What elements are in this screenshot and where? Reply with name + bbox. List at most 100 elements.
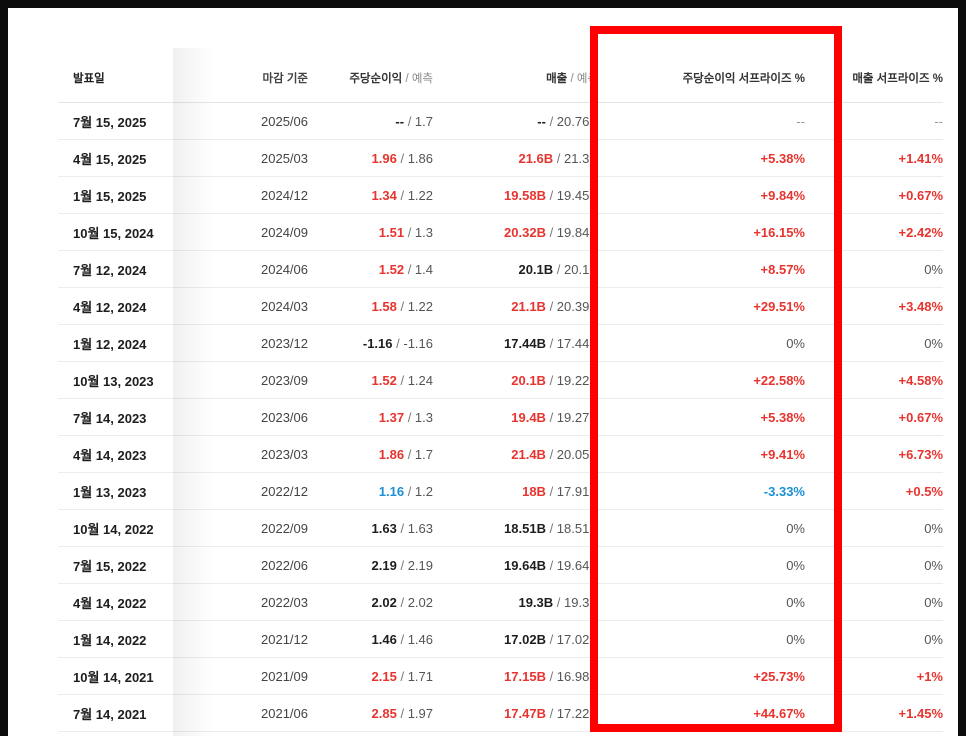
revenue-forecast: 19.27B xyxy=(556,409,598,425)
separator: / xyxy=(545,372,557,388)
separator: / xyxy=(553,594,565,610)
cell-eps: 1.37 / 1.3 xyxy=(308,398,433,436)
separator: / xyxy=(545,409,557,425)
separator: / xyxy=(545,705,557,721)
cell-eps: 1.16 / 1.2 xyxy=(308,472,433,510)
cell-eps: 2.15 / 1.71 xyxy=(308,657,433,695)
cell-date: 7월 14, 2023 xyxy=(58,398,223,436)
header-eps[interactable]: 주당순이익 / 예측 xyxy=(308,54,433,103)
eps-forecast: 1.71 xyxy=(407,668,433,684)
revenue-forecast: 19.3B xyxy=(564,594,598,610)
eps-actual: 2.02 xyxy=(371,594,397,610)
revenue-actual: 21.1B xyxy=(511,298,546,314)
cell-revenue: 20.1B / 20.1B xyxy=(433,250,598,288)
revenue-forecast: 18.51B xyxy=(556,520,598,536)
table-row: 10월 14, 2021 2021/09 2.15 / 1.71 17.15B / 1… xyxy=(58,657,943,695)
table-row: 10월 15, 2024 2024/09 1.51 / 1.3 20.32B / 19… xyxy=(58,213,943,251)
revenue-actual: 20.32B xyxy=(504,224,546,240)
cell-period: 2022/03 xyxy=(223,583,308,621)
revenue-forecast: 19.45B xyxy=(556,187,598,203)
header-revenue-surprise-label: 매출 서프라이즈 % xyxy=(852,73,943,85)
separator: / xyxy=(396,150,408,166)
cell-eps-surprise: +8.57% xyxy=(598,250,805,288)
cell-revenue: 17.02B / 17.02B xyxy=(433,620,598,658)
cell-eps: 1.58 / 1.22 xyxy=(308,287,433,325)
separator: / xyxy=(396,520,408,536)
separator: / xyxy=(404,224,415,240)
cell-revenue-surprise: 0% xyxy=(805,250,943,288)
table-row: 1월 13, 2023 2022/12 1.16 / 1.2 18B / 17.91B… xyxy=(58,472,943,510)
revenue-actual: 21.4B xyxy=(511,446,546,462)
separator: / xyxy=(545,631,557,647)
header-eps-surprise[interactable]: 주당순이익 서프라이즈 % xyxy=(598,54,805,103)
header-date[interactable]: 발표일 xyxy=(58,54,223,103)
eps-actual: 1.63 xyxy=(371,520,397,536)
cell-revenue: 20.1B / 19.22B xyxy=(433,361,598,399)
eps-actual: -- xyxy=(395,113,405,129)
revenue-forecast: 17.22B xyxy=(556,705,598,721)
separator: / xyxy=(545,113,557,129)
revenue-forecast: 20.76B xyxy=(556,113,598,129)
cell-eps-surprise: 0% xyxy=(598,620,805,658)
eps-forecast: 1.7 xyxy=(414,113,433,129)
cell-revenue-surprise: 0% xyxy=(805,583,943,621)
separator: / xyxy=(396,372,408,388)
cell-date: 7월 12, 2024 xyxy=(58,250,223,288)
revenue-actual: 19.4B xyxy=(511,409,546,425)
eps-actual: 1.16 xyxy=(378,483,405,499)
table-row: 7월 14, 2023 2023/06 1.37 / 1.3 19.4B / 19.2… xyxy=(58,398,943,436)
cell-revenue-surprise: +0.67% xyxy=(805,176,943,214)
revenue-actual: -- xyxy=(537,113,546,129)
cell-revenue-surprise: +0.5% xyxy=(805,472,943,510)
header-eps-surprise-label: 주당순이익 서프라이즈 % xyxy=(682,73,805,85)
cell-eps: -1.16 / -1.16 xyxy=(308,324,433,362)
cell-eps-surprise: +9.84% xyxy=(598,176,805,214)
cell-date: 4월 12, 2024 xyxy=(58,287,223,325)
revenue-actual: 17.02B xyxy=(504,631,546,647)
header-period[interactable]: 마감 기준 xyxy=(223,54,308,103)
cell-eps: 1.51 / 1.3 xyxy=(308,213,433,251)
cell-period: 2024/09 xyxy=(223,213,308,251)
separator: / xyxy=(396,594,408,610)
cell-revenue: 17.15B / 16.98B xyxy=(433,657,598,695)
header-revenue[interactable]: 매출 / 예측 xyxy=(433,54,598,103)
cell-eps: 1.52 / 1.4 xyxy=(308,250,433,288)
table-row: 4월 15, 2025 2025/03 1.96 / 1.86 21.6B / 21.… xyxy=(58,139,943,177)
table-row: 10월 13, 2023 2023/09 1.52 / 1.24 20.1B / 19… xyxy=(58,361,943,399)
eps-forecast: 1.3 xyxy=(414,409,433,425)
header-revenue-surprise[interactable]: 매출 서프라이즈 % xyxy=(805,54,943,103)
cell-revenue: 20.32B / 19.84B xyxy=(433,213,598,251)
eps-forecast: 2.02 xyxy=(407,594,433,610)
separator: / xyxy=(545,446,557,462)
cell-date: 10월 14, 2022 xyxy=(58,509,223,547)
cell-revenue: 17.47B / 17.22B xyxy=(433,694,598,732)
table-row: 4월 12, 2024 2024/03 1.58 / 1.22 21.1B / 20.… xyxy=(58,287,943,325)
separator: / xyxy=(545,298,557,314)
table-header-row: 발표일 마감 기준 주당순이익 / 예측 매출 / 예측 주당순이익 서프라이즈… xyxy=(58,54,943,103)
header-revenue-sub: / 예측 xyxy=(570,73,598,85)
table-row: 7월 14, 2021 2021/06 2.85 / 1.97 17.47B / 17… xyxy=(58,694,943,732)
cell-period: 2021/09 xyxy=(223,657,308,695)
eps-forecast: 1.86 xyxy=(407,150,433,166)
cell-date: 4월 14, 2023 xyxy=(58,435,223,473)
cell-revenue-surprise: +6.73% xyxy=(805,435,943,473)
cell-revenue: 19.4B / 19.27B xyxy=(433,398,598,436)
revenue-forecast: 20.05B xyxy=(556,446,598,462)
cell-revenue: 19.58B / 19.45B xyxy=(433,176,598,214)
eps-actual: 1.34 xyxy=(371,187,397,203)
cell-eps: -- / 1.7 xyxy=(308,102,433,140)
separator: / xyxy=(404,409,415,425)
cell-eps-surprise: 0% xyxy=(598,546,805,584)
cell-period: 2024/06 xyxy=(223,250,308,288)
cell-eps-surprise: +22.58% xyxy=(598,361,805,399)
eps-forecast: 1.3 xyxy=(414,224,433,240)
table-row: 1월 15, 2025 2024/12 1.34 / 1.22 19.58B / 19… xyxy=(58,176,943,214)
revenue-forecast: 19.64B xyxy=(556,557,598,573)
cell-date: 1월 13, 2023 xyxy=(58,472,223,510)
eps-actual: 2.85 xyxy=(371,705,397,721)
cell-revenue-surprise: +1% xyxy=(805,657,943,695)
cell-revenue-surprise: +1.45% xyxy=(805,694,943,732)
cell-revenue: 18B / 17.91B xyxy=(433,472,598,510)
revenue-forecast: 17.91B xyxy=(556,483,598,499)
header-period-label: 마감 기준 xyxy=(262,73,308,85)
